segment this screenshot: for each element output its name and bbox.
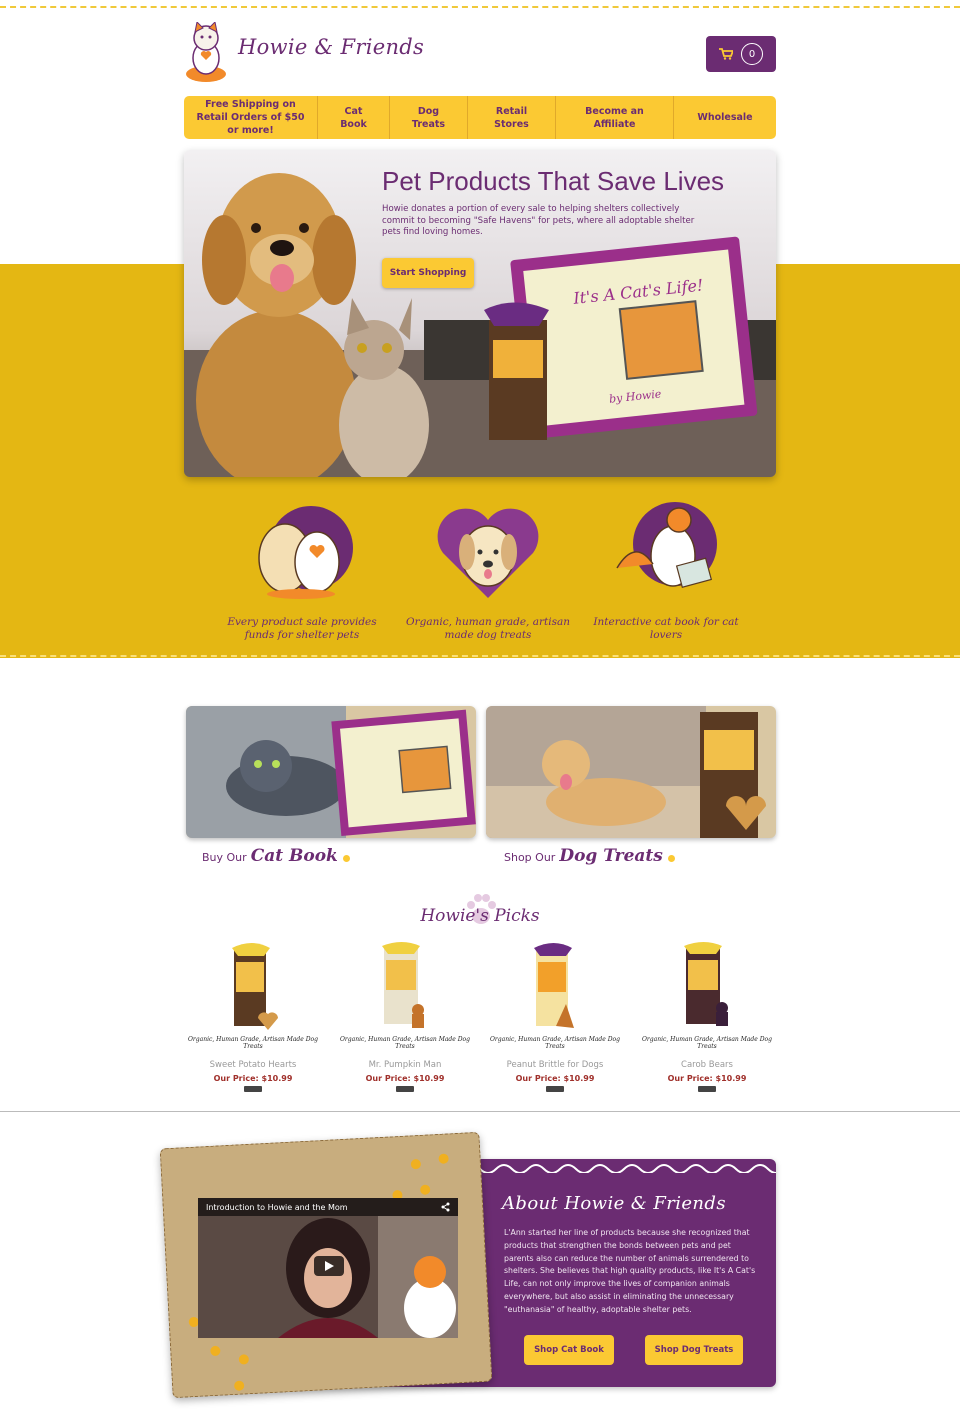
shipping-truck-icon bbox=[546, 1086, 564, 1092]
product-image[interactable] bbox=[380, 940, 430, 1032]
product-image[interactable] bbox=[228, 940, 278, 1032]
cat-book-promo-card[interactable] bbox=[186, 706, 476, 838]
product-tagline: Organic, Human Grade, Artisan Made Dog T… bbox=[340, 1036, 470, 1050]
product-tagline: Organic, Human Grade, Artisan Made Dog T… bbox=[188, 1036, 318, 1050]
top-dashed-border bbox=[0, 6, 960, 8]
feature-shelter: Every product sale provides funds for sh… bbox=[212, 498, 392, 642]
shipping-truck-icon bbox=[244, 1086, 262, 1092]
feature-shelter-text: Every product sale provides funds for sh… bbox=[227, 616, 377, 641]
dog-and-cat-icon bbox=[249, 498, 355, 604]
cat-book-promo-prefix: Buy Our bbox=[202, 851, 247, 864]
cat-book-promo-title: Cat Book bbox=[250, 846, 338, 866]
shipping-truck-icon bbox=[396, 1086, 414, 1092]
dog-treats-promo-card[interactable] bbox=[486, 706, 776, 838]
product-name[interactable]: Carob Bears bbox=[632, 1060, 782, 1070]
header: Howie & Friends 0 bbox=[184, 20, 776, 90]
feature-cat-book: Interactive cat book for cat lovers bbox=[576, 498, 756, 642]
product-tagline: Organic, Human Grade, Artisan Made Dog T… bbox=[490, 1036, 620, 1050]
product-price: Our Price: $10.99 bbox=[213, 1074, 293, 1083]
product-image[interactable] bbox=[682, 940, 732, 1032]
cat-mascot-icon bbox=[184, 20, 230, 84]
nav-cat-book[interactable]: Cat Book bbox=[318, 96, 390, 139]
hero-description: Howie donates a portion of every sale to… bbox=[382, 204, 695, 237]
dog-treats-promo-prefix: Shop Our bbox=[504, 851, 556, 864]
bullet-dot-icon bbox=[342, 854, 350, 862]
product-card[interactable]: Organic, Human Grade, Artisan Made Dog T… bbox=[480, 940, 630, 1092]
product-card[interactable]: Organic, Human Grade, Artisan Made Dog T… bbox=[330, 940, 480, 1092]
hero-banner: It's A Cat's Life! by Howie Pet Products… bbox=[184, 150, 776, 477]
video-title-bar: Introduction to Howie and the Mom bbox=[198, 1198, 458, 1216]
cart-count: 0 bbox=[741, 43, 763, 65]
cart-icon bbox=[719, 45, 735, 64]
dog-heart-icon bbox=[435, 498, 541, 604]
wave-decoration bbox=[464, 1164, 776, 1173]
feature-cat-book-text: Interactive cat book for cat lovers bbox=[593, 616, 739, 641]
nav-dog-treats[interactable]: Dog Treats bbox=[390, 96, 468, 139]
bullet-dot-icon bbox=[667, 854, 675, 862]
about-description: L'Ann started her line of products becau… bbox=[504, 1228, 756, 1314]
start-shopping-button[interactable]: Start Shopping bbox=[382, 258, 474, 288]
feature-dog-treats: Organic, human grade, artisan made dog t… bbox=[398, 498, 578, 642]
shop-dog-treats-button[interactable]: Shop Dog Treats bbox=[645, 1335, 743, 1365]
dog-treats-promo-title: Dog Treats bbox=[559, 846, 663, 866]
cat-book-promo-label[interactable]: Buy Our Cat Book bbox=[202, 846, 350, 866]
dog-treats-promo-label[interactable]: Shop Our Dog Treats bbox=[504, 846, 675, 866]
logo[interactable]: Howie & Friends bbox=[184, 20, 425, 84]
product-name[interactable]: Peanut Brittle for Dogs bbox=[480, 1060, 630, 1070]
feature-dog-treats-text: Organic, human grade, artisan made dog t… bbox=[405, 616, 570, 641]
hero-title: Pet Products That Save Lives bbox=[382, 166, 725, 196]
play-button-icon[interactable] bbox=[314, 1256, 344, 1276]
video-player[interactable]: Introduction to Howie and the Mom bbox=[198, 1198, 458, 1338]
product-tagline: Organic, Human Grade, Artisan Made Dog T… bbox=[642, 1036, 772, 1050]
nav-wholesale[interactable]: Wholesale bbox=[674, 96, 776, 139]
nav-retail-stores[interactable]: Retail Stores bbox=[468, 96, 556, 139]
shop-cat-book-button[interactable]: Shop Cat Book bbox=[524, 1335, 614, 1365]
product-card[interactable]: Organic, Human Grade, Artisan Made Dog T… bbox=[178, 940, 328, 1092]
nav-free-shipping[interactable]: Free Shipping on Retail Orders of $50 or… bbox=[184, 96, 318, 139]
product-name[interactable]: Mr. Pumpkin Man bbox=[330, 1060, 480, 1070]
product-price: Our Price: $10.99 bbox=[365, 1074, 445, 1083]
product-card[interactable]: Organic, Human Grade, Artisan Made Dog T… bbox=[632, 940, 782, 1092]
dog-treats-promo-image bbox=[486, 706, 766, 838]
feature-row: Every product sale provides funds for sh… bbox=[184, 498, 776, 648]
cat-reading-icon bbox=[613, 498, 719, 604]
video-title: Introduction to Howie and the Mom bbox=[206, 1203, 348, 1212]
section-divider bbox=[0, 1111, 960, 1112]
hero-illustration: It's A Cat's Life! by Howie bbox=[184, 173, 776, 477]
brand-name: Howie & Friends bbox=[238, 35, 425, 59]
band-dashed-border bbox=[0, 655, 960, 657]
about-title: About Howie & Friends bbox=[502, 1193, 726, 1214]
main-nav: Free Shipping on Retail Orders of $50 or… bbox=[184, 96, 776, 139]
shipping-truck-icon bbox=[698, 1086, 716, 1092]
share-icon[interactable] bbox=[441, 1202, 450, 1214]
nav-become-affiliate[interactable]: Become an Affiliate bbox=[556, 96, 674, 139]
product-price: Our Price: $10.99 bbox=[667, 1074, 747, 1083]
product-name[interactable]: Sweet Potato Hearts bbox=[178, 1060, 328, 1070]
cart-button[interactable]: 0 bbox=[706, 36, 776, 72]
product-image[interactable] bbox=[530, 940, 580, 1032]
cat-book-promo-image bbox=[186, 706, 476, 838]
picks-title: Howie's Picks bbox=[420, 906, 540, 926]
product-price: Our Price: $10.99 bbox=[515, 1074, 595, 1083]
